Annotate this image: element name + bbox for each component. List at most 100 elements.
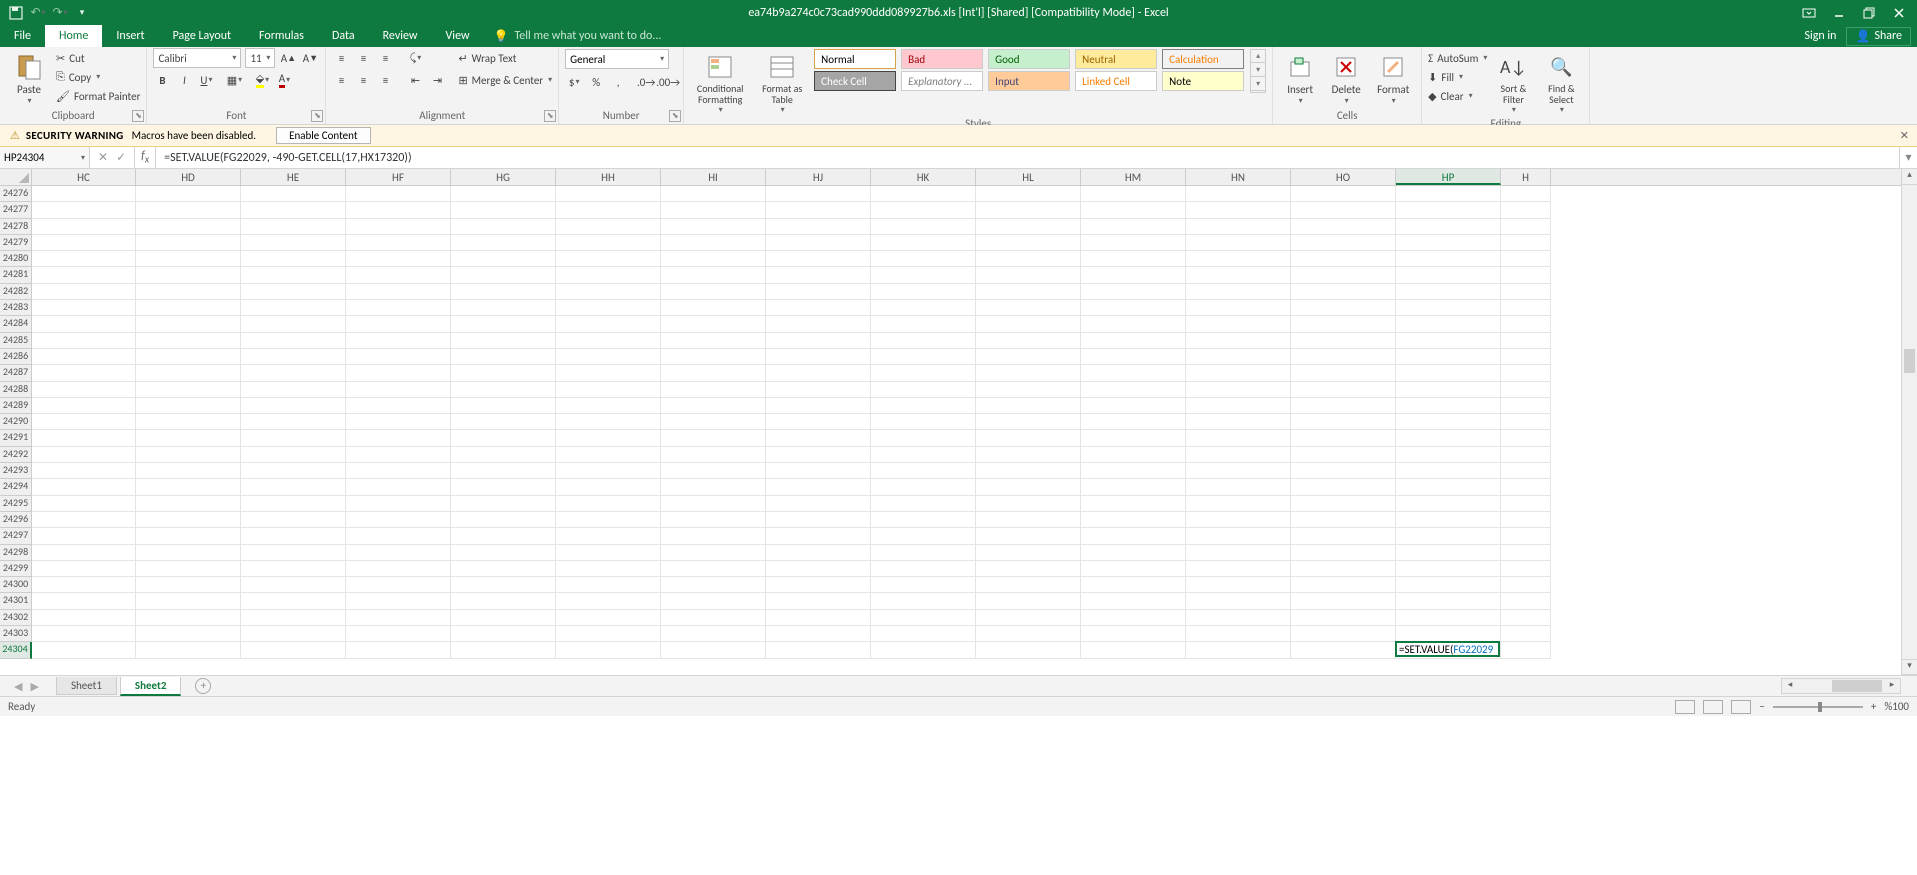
cell[interactable]	[661, 528, 766, 544]
cell[interactable]	[1396, 545, 1501, 561]
cell[interactable]	[661, 300, 766, 316]
column-header[interactable]: HM	[1081, 169, 1186, 185]
cell[interactable]	[346, 545, 451, 561]
cell[interactable]	[32, 610, 136, 626]
cell[interactable]	[556, 333, 661, 349]
font-dialog-launcher[interactable]: ⬊	[311, 110, 323, 122]
cell[interactable]	[1081, 545, 1186, 561]
view-page-layout-icon[interactable]	[1703, 700, 1723, 714]
cell[interactable]	[661, 235, 766, 251]
cell[interactable]	[1396, 219, 1501, 235]
cell[interactable]	[32, 414, 136, 430]
cell[interactable]	[451, 414, 556, 430]
cell[interactable]	[1186, 561, 1291, 577]
cell[interactable]	[661, 382, 766, 398]
cell[interactable]	[346, 349, 451, 365]
cell[interactable]	[766, 512, 871, 528]
minimize-icon[interactable]	[1825, 2, 1853, 24]
font-size-select[interactable]: 11▾	[245, 48, 275, 68]
cell[interactable]	[871, 561, 976, 577]
cell[interactable]	[451, 316, 556, 332]
row-header[interactable]: 24297	[0, 528, 32, 544]
cell[interactable]	[1291, 284, 1396, 300]
cell[interactable]	[766, 202, 871, 218]
cell[interactable]	[346, 202, 451, 218]
redo-icon[interactable]: ↷▾	[52, 5, 68, 21]
cell[interactable]	[1396, 186, 1501, 202]
cell[interactable]	[976, 251, 1081, 267]
cell[interactable]	[871, 219, 976, 235]
cell[interactable]	[32, 235, 136, 251]
tab-review[interactable]: Review	[369, 25, 432, 47]
cell[interactable]	[976, 561, 1081, 577]
cell[interactable]	[871, 251, 976, 267]
cell[interactable]	[451, 545, 556, 561]
column-header[interactable]: HH	[556, 169, 661, 185]
cell[interactable]	[346, 219, 451, 235]
cell[interactable]	[556, 414, 661, 430]
cell[interactable]	[136, 365, 241, 381]
cell[interactable]	[1186, 251, 1291, 267]
cell[interactable]	[241, 577, 346, 593]
cell[interactable]	[241, 512, 346, 528]
cell[interactable]	[451, 430, 556, 446]
cell[interactable]	[871, 545, 976, 561]
cell[interactable]	[1186, 235, 1291, 251]
cell[interactable]	[32, 430, 136, 446]
cell[interactable]	[871, 382, 976, 398]
cell[interactable]	[241, 316, 346, 332]
cell[interactable]	[1186, 512, 1291, 528]
format-painter-button[interactable]: 🖌Format Painter	[56, 87, 140, 105]
cell[interactable]	[1081, 235, 1186, 251]
cell[interactable]	[32, 333, 136, 349]
cell[interactable]	[1396, 349, 1501, 365]
row-header[interactable]: 24296	[0, 512, 32, 528]
cell[interactable]	[1501, 593, 1551, 609]
cell[interactable]	[1291, 463, 1396, 479]
percent-format-icon[interactable]: %	[587, 73, 605, 91]
cell[interactable]	[1501, 545, 1551, 561]
cell[interactable]	[346, 610, 451, 626]
cell[interactable]	[1291, 561, 1396, 577]
cell[interactable]	[451, 284, 556, 300]
cell[interactable]	[136, 202, 241, 218]
cell[interactable]	[871, 447, 976, 463]
column-header[interactable]: HG	[451, 169, 556, 185]
cell[interactable]	[1081, 349, 1186, 365]
cell[interactable]	[976, 545, 1081, 561]
cell[interactable]	[871, 642, 976, 658]
view-normal-icon[interactable]	[1675, 700, 1695, 714]
ribbon-options-icon[interactable]	[1795, 2, 1823, 24]
cell[interactable]	[871, 610, 976, 626]
cell[interactable]	[451, 251, 556, 267]
cell[interactable]	[1081, 577, 1186, 593]
cell[interactable]	[241, 300, 346, 316]
row-header[interactable]: 24287	[0, 365, 32, 381]
cell[interactable]	[241, 642, 346, 658]
row-header[interactable]: 24303	[0, 626, 32, 642]
cell[interactable]	[451, 577, 556, 593]
cell[interactable]	[32, 349, 136, 365]
cell[interactable]	[661, 267, 766, 283]
cell[interactable]	[1186, 267, 1291, 283]
cell[interactable]	[241, 333, 346, 349]
cell[interactable]	[976, 267, 1081, 283]
cell[interactable]	[1291, 316, 1396, 332]
row-header[interactable]: 24298	[0, 545, 32, 561]
cell[interactable]	[1291, 267, 1396, 283]
cell[interactable]	[1186, 333, 1291, 349]
cell[interactable]	[556, 349, 661, 365]
cell[interactable]	[136, 545, 241, 561]
row-header[interactable]: 24290	[0, 414, 32, 430]
cell[interactable]	[1081, 333, 1186, 349]
cell[interactable]	[346, 382, 451, 398]
cell[interactable]	[346, 626, 451, 642]
cell[interactable]	[1501, 512, 1551, 528]
cell[interactable]	[136, 447, 241, 463]
cell[interactable]	[556, 463, 661, 479]
cell[interactable]	[1081, 251, 1186, 267]
cell[interactable]	[871, 626, 976, 642]
increase-font-icon[interactable]: A▲	[279, 49, 297, 67]
sheet-nav-prev-icon[interactable]: ◀	[14, 680, 22, 693]
column-header[interactable]: HJ	[766, 169, 871, 185]
